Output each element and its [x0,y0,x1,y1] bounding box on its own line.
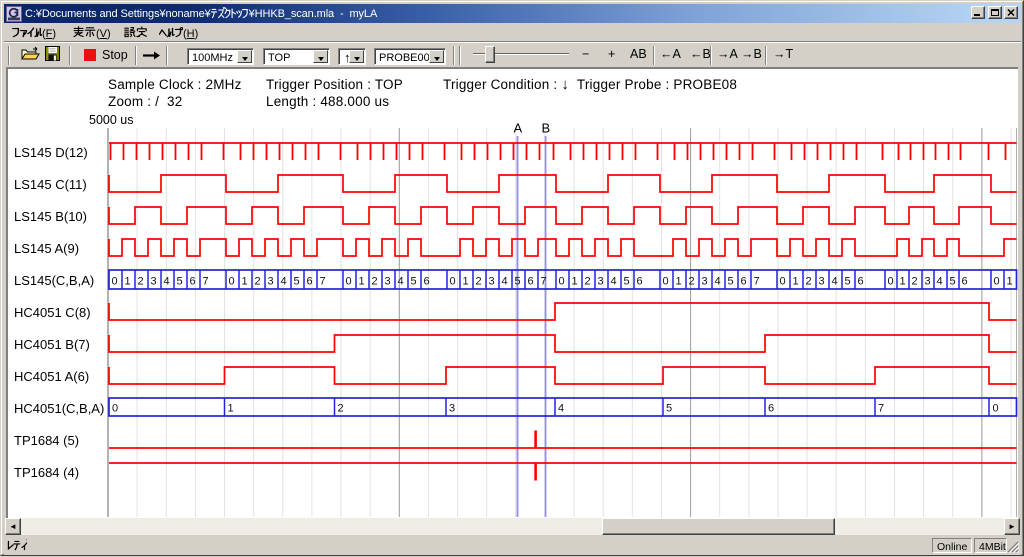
svg-text:A: A [514,121,523,136]
svg-text:1: 1 [242,276,248,288]
svg-text:0: 0 [229,276,235,288]
svg-text:4: 4 [937,276,943,288]
svg-text:0: 0 [559,276,565,288]
svg-text:6: 6 [528,276,534,288]
svg-text:1: 1 [572,276,578,288]
svg-text:0: 0 [993,403,999,415]
svg-text:2: 2 [585,276,591,288]
svg-text:1: 1 [125,276,131,288]
svg-text:0: 0 [346,276,352,288]
svg-text:5: 5 [177,276,183,288]
svg-text:4: 4 [832,276,838,288]
svg-text:3: 3 [819,276,825,288]
svg-text:6: 6 [307,276,313,288]
svg-text:1: 1 [676,276,682,288]
svg-text:1: 1 [793,276,799,288]
svg-text:4: 4 [164,276,170,288]
svg-text:1: 1 [463,276,469,288]
svg-text:2: 2 [255,276,261,288]
svg-text:7: 7 [878,403,884,415]
svg-text:B: B [542,121,551,136]
svg-text:4: 4 [611,276,617,288]
svg-text:2: 2 [138,276,144,288]
svg-text:0: 0 [663,276,669,288]
svg-text:5: 5 [666,403,672,415]
svg-text:0: 0 [994,276,1000,288]
svg-text:5: 5 [624,276,630,288]
svg-text:3: 3 [702,276,708,288]
svg-text:6: 6 [768,403,774,415]
svg-text:5: 5 [515,276,521,288]
svg-text:3: 3 [385,276,391,288]
svg-text:0: 0 [112,276,118,288]
svg-text:4: 4 [715,276,721,288]
svg-text:3: 3 [268,276,274,288]
svg-text:6: 6 [858,276,864,288]
svg-text:4: 4 [281,276,287,288]
svg-text:3: 3 [449,403,455,415]
svg-text:6: 6 [637,276,643,288]
svg-text:0: 0 [888,276,894,288]
svg-text:6: 6 [190,276,196,288]
svg-text:0: 0 [112,403,118,415]
svg-text:1: 1 [900,276,906,288]
svg-text:5: 5 [411,276,417,288]
svg-text:5: 5 [294,276,300,288]
svg-text:2: 2 [476,276,482,288]
svg-text:5: 5 [845,276,851,288]
svg-text:0: 0 [780,276,786,288]
svg-text:7: 7 [754,276,760,288]
svg-text:3: 3 [489,276,495,288]
svg-text:2: 2 [338,403,344,415]
svg-text:0: 0 [450,276,456,288]
svg-text:4: 4 [558,403,564,415]
svg-text:2: 2 [912,276,918,288]
svg-text:1: 1 [1007,276,1013,288]
svg-text:6: 6 [962,276,968,288]
svg-text:5: 5 [728,276,734,288]
svg-text:2: 2 [372,276,378,288]
svg-text:7: 7 [541,276,547,288]
svg-text:4: 4 [502,276,508,288]
svg-text:6: 6 [741,276,747,288]
svg-text:1: 1 [359,276,365,288]
svg-text:1: 1 [228,403,234,415]
svg-text:3: 3 [151,276,157,288]
svg-text:2: 2 [689,276,695,288]
svg-text:7: 7 [320,276,326,288]
svg-text:3: 3 [598,276,604,288]
svg-text:4: 4 [398,276,404,288]
svg-text:3: 3 [925,276,931,288]
svg-text:2: 2 [806,276,812,288]
svg-text:6: 6 [424,276,430,288]
svg-text:7: 7 [203,276,209,288]
svg-text:5: 5 [950,276,956,288]
